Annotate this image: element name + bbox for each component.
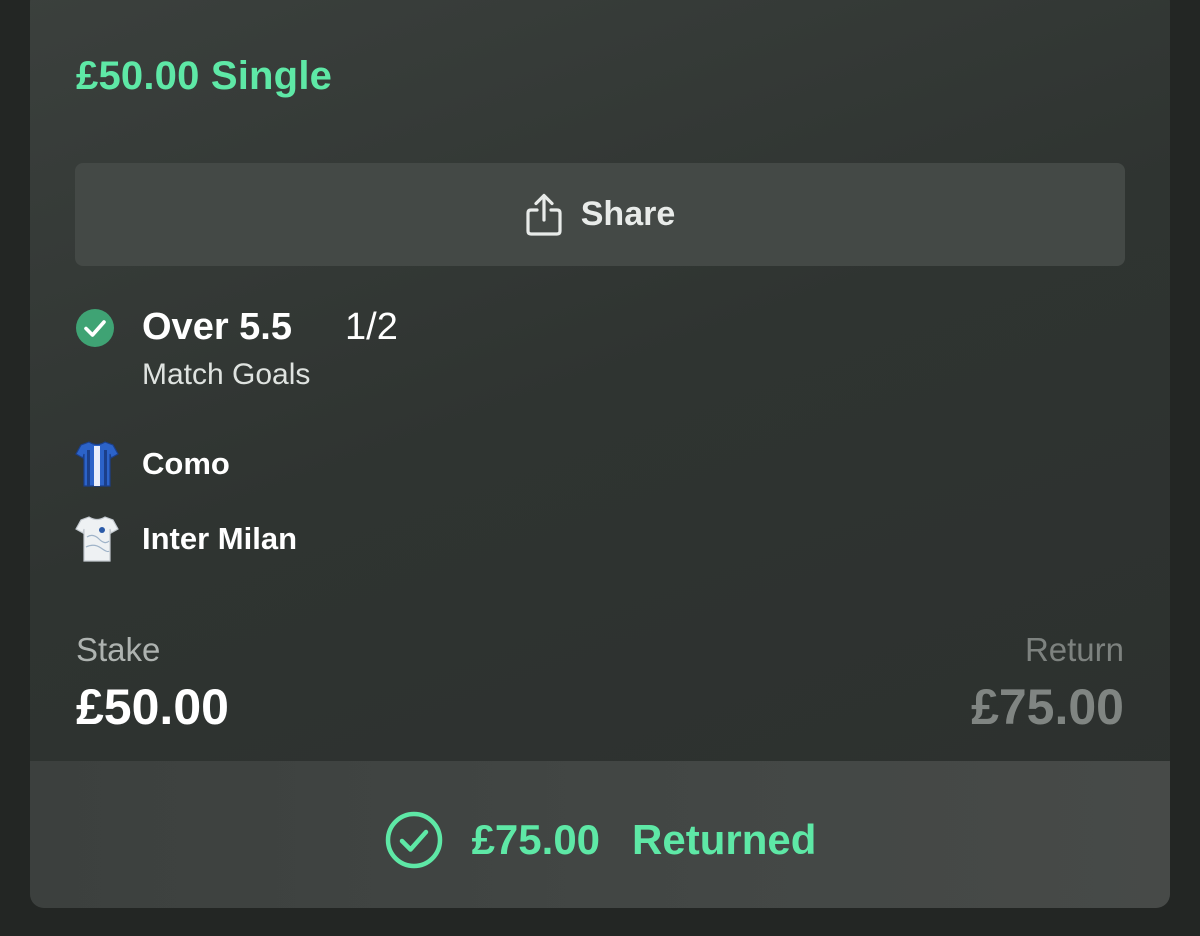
team-name: Inter Milan (142, 521, 298, 556)
result-banner: £75.00 Returned (30, 761, 1170, 908)
bet-title: £50.00 Single (76, 54, 333, 98)
check-circle-outline-icon (385, 811, 442, 868)
selection-odds: 1/2 (345, 306, 398, 348)
como-shirt-icon (75, 441, 119, 487)
team-away: Inter Milan (75, 515, 297, 563)
stake-label: Stake (76, 631, 161, 668)
market-name: Match Goals (142, 358, 311, 391)
return-label: Return (1024, 631, 1124, 668)
team-home: Como (75, 440, 230, 488)
selection-name: Over 5.5 (142, 306, 292, 348)
inter-milan-shirt-icon (75, 516, 119, 562)
stake-value: £50.00 (76, 679, 229, 735)
share-icon (526, 193, 562, 236)
share-label: Share (580, 195, 676, 233)
result-amount: £75.00 (471, 815, 601, 863)
share-button[interactable]: Share (75, 163, 1125, 266)
result-text: Returned (632, 815, 817, 863)
team-name: Como (142, 446, 230, 481)
return-value: £75.00 (971, 679, 1124, 735)
bet-card: £50.00 Single Share Over 5.5 1/2 Match G… (30, 0, 1170, 908)
check-circle-icon (76, 309, 114, 347)
